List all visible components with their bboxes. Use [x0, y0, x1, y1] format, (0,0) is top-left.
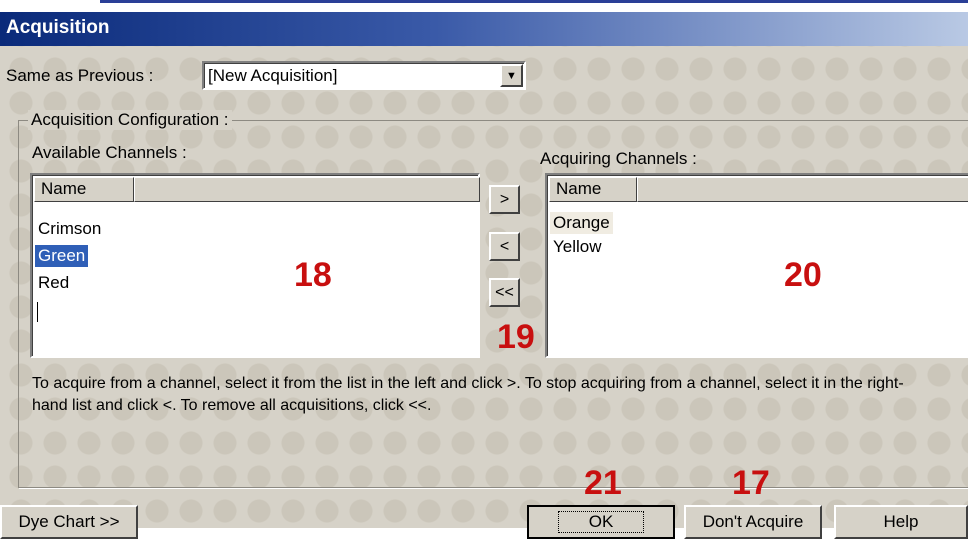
text-cursor: [37, 302, 38, 322]
annotation-17: 17: [732, 464, 770, 502]
dropdown-arrow-icon[interactable]: ▼: [500, 64, 523, 87]
remove-all-channels-button[interactable]: <<: [489, 278, 520, 307]
channel-item-crimson[interactable]: Crimson: [35, 218, 104, 240]
add-channel-button[interactable]: >: [489, 185, 520, 214]
available-name-column-header[interactable]: Name: [34, 177, 134, 202]
title-bar[interactable]: Acquisition: [0, 12, 968, 46]
acquiring-name-column-header[interactable]: Name: [549, 177, 637, 202]
annotation-20: 20: [784, 256, 822, 294]
channel-item-red[interactable]: Red: [35, 272, 72, 294]
instructions-text: To acquire from a channel, select it fro…: [32, 375, 904, 414]
available-channels-list[interactable]: Name Crimson Green Red: [30, 173, 480, 358]
acquisition-config-label: Acquisition Configuration :: [28, 110, 232, 130]
annotation-21: 21: [584, 464, 622, 502]
annotation-19: 19: [497, 318, 535, 356]
available-channels-label: Available Channels :: [32, 143, 187, 162]
ok-button-label: OK: [557, 511, 645, 533]
channel-item-yellow[interactable]: Yellow: [550, 236, 605, 258]
same-as-previous-label: Same as Previous :: [6, 66, 154, 85]
dye-chart-button[interactable]: Dye Chart >>: [0, 505, 138, 539]
same-as-previous-select[interactable]: [New Acquisition] ▼: [202, 61, 526, 90]
acquiring-channels-list[interactable]: Name Orange Yellow: [545, 173, 968, 358]
remove-channel-button[interactable]: <: [489, 232, 520, 261]
available-empty-column-header: [134, 177, 480, 202]
acquiring-empty-column-header: [637, 177, 968, 202]
same-as-previous-value: [New Acquisition]: [208, 66, 338, 85]
channel-item-orange[interactable]: Orange: [550, 212, 613, 234]
dont-acquire-button[interactable]: Don't Acquire: [684, 505, 822, 539]
channel-item-green[interactable]: Green: [35, 245, 89, 267]
top-accent-line: [100, 0, 968, 3]
ok-button[interactable]: OK: [527, 505, 675, 539]
help-button[interactable]: Help: [834, 505, 968, 539]
window-title: Acquisition: [6, 17, 110, 38]
annotation-18: 18: [294, 256, 332, 294]
acquiring-channels-label: Acquiring Channels :: [540, 149, 697, 168]
